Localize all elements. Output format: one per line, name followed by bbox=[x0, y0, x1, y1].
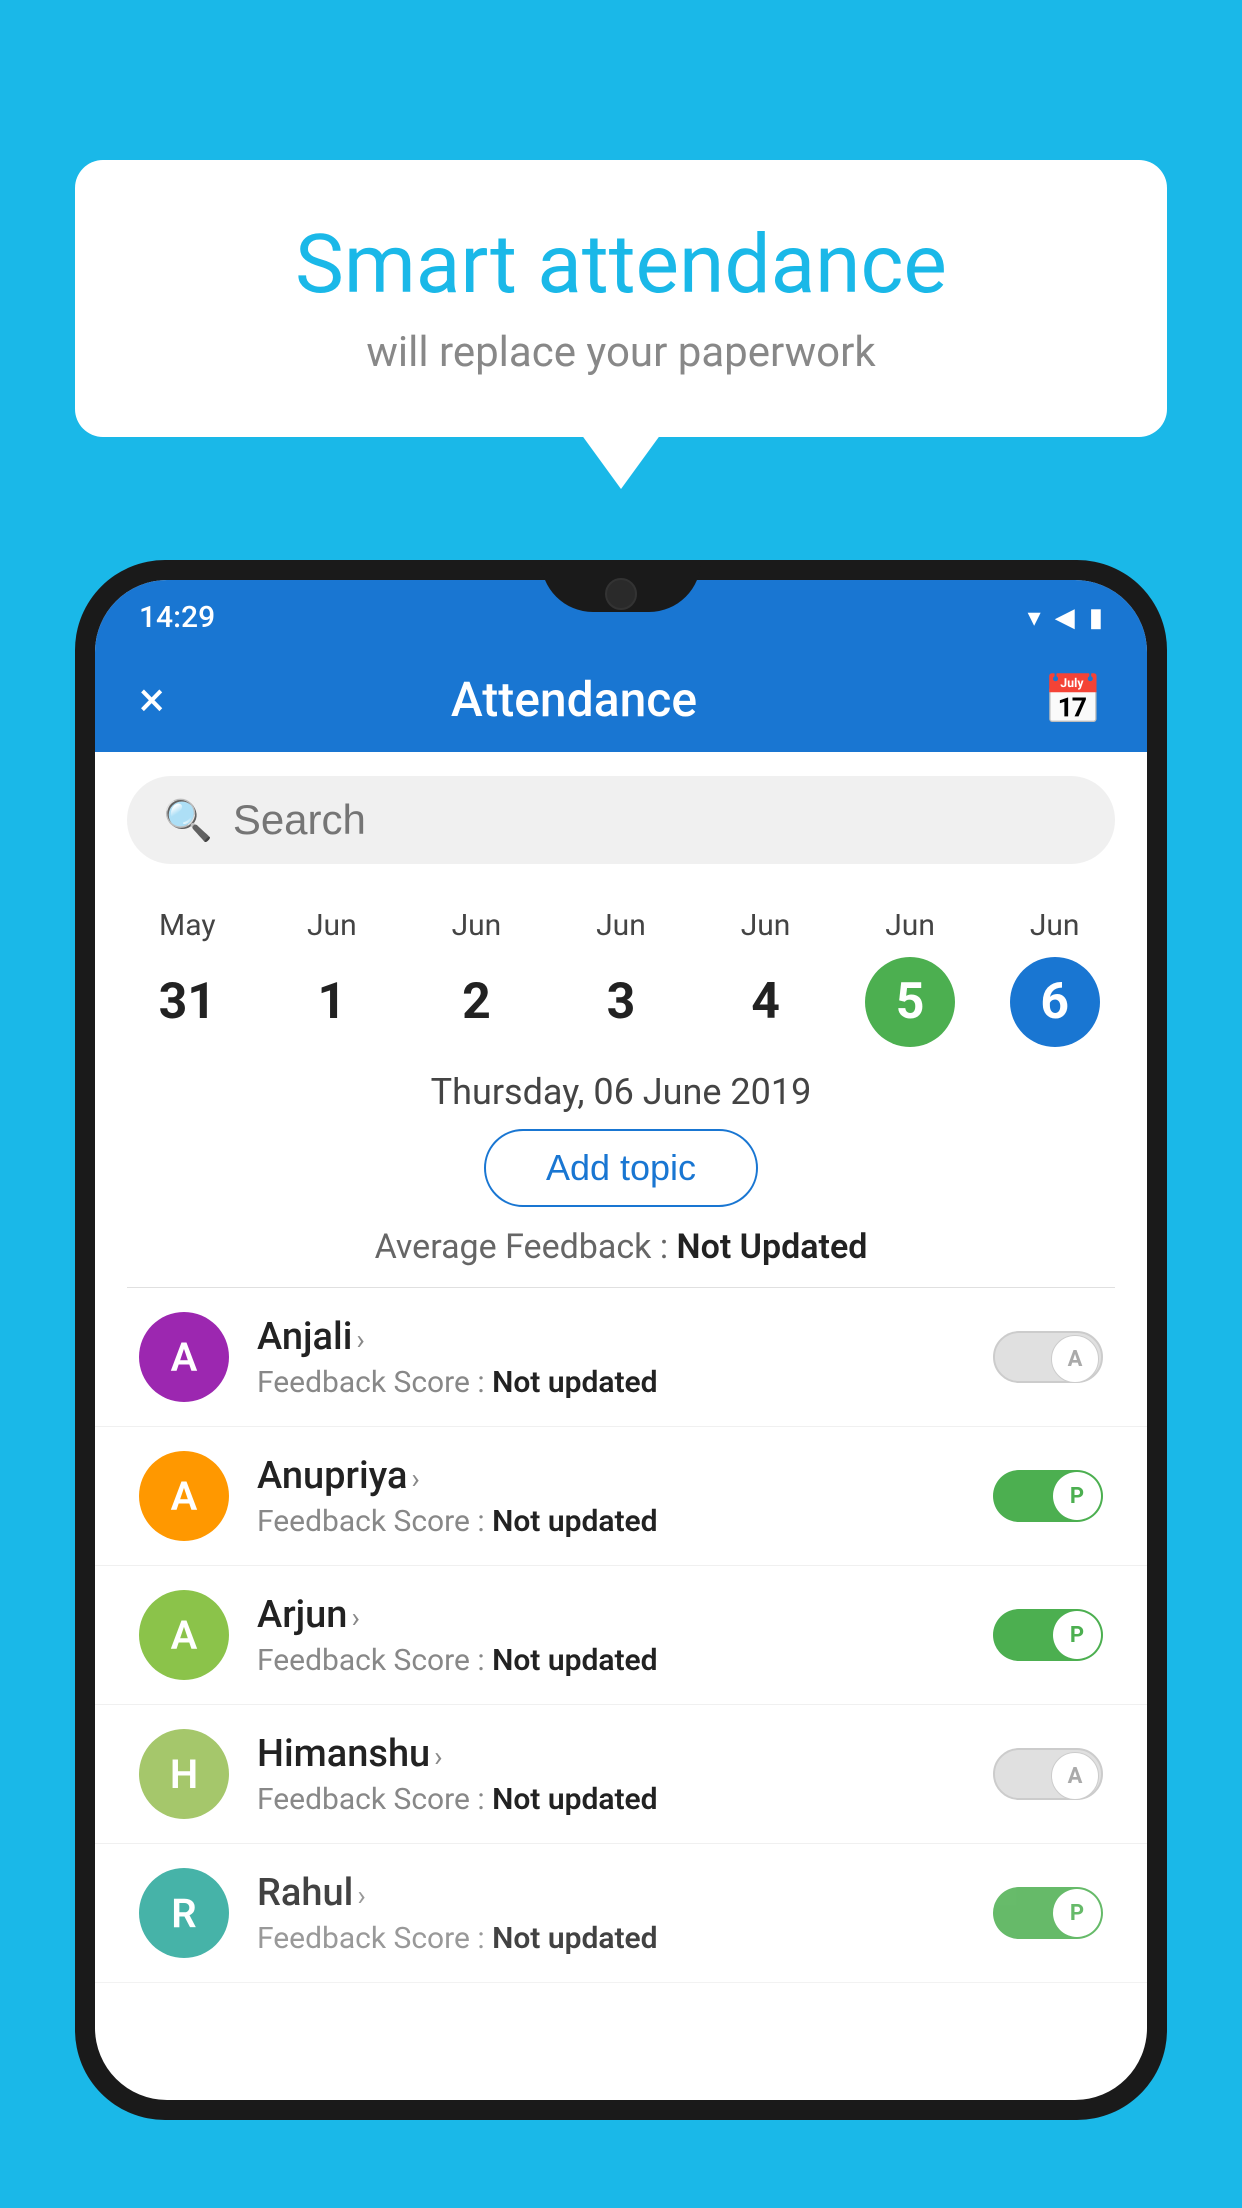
toggle-knob: P bbox=[1053, 1472, 1101, 1520]
list-item[interactable]: A Arjun › Feedback Score : Not updated P bbox=[95, 1566, 1147, 1705]
phone-screen: 14:29 ▾ ◀ ▮ × Attendance 📅 🔍 May31Jun1Ju… bbox=[95, 580, 1147, 2100]
student-name: Anjali › bbox=[257, 1315, 993, 1359]
wifi-icon: ▾ bbox=[1028, 603, 1041, 633]
app-bar: × Attendance 📅 bbox=[95, 647, 1147, 752]
cal-date-number: 6 bbox=[1010, 957, 1100, 1047]
toggle-knob: P bbox=[1053, 1889, 1101, 1937]
calendar-day[interactable]: Jun 6 bbox=[1000, 908, 1110, 1047]
cal-month-label: Jun bbox=[452, 908, 502, 943]
toggle-knob: P bbox=[1053, 1611, 1101, 1659]
speech-bubble: Smart attendance will replace your paper… bbox=[75, 160, 1167, 437]
cal-date-number: 4 bbox=[721, 957, 811, 1047]
cal-date-number: 31 bbox=[142, 957, 232, 1047]
list-item[interactable]: A Anupriya › Feedback Score : Not updated P bbox=[95, 1427, 1147, 1566]
calendar-day[interactable]: Jun 5 bbox=[855, 908, 965, 1047]
student-name: Himanshu › bbox=[257, 1732, 993, 1776]
phone-mockup: 14:29 ▾ ◀ ▮ × Attendance 📅 🔍 May31Jun1Ju… bbox=[75, 560, 1167, 2208]
student-info: Himanshu › Feedback Score : Not updated bbox=[257, 1732, 993, 1817]
cal-month-label: May bbox=[159, 908, 215, 943]
calendar-day[interactable]: Jun 4 bbox=[711, 908, 821, 1047]
attendance-toggle[interactable]: P bbox=[993, 1887, 1103, 1939]
toggle-knob: A bbox=[1051, 1335, 1099, 1383]
student-name: Rahul › bbox=[257, 1871, 993, 1915]
avatar: A bbox=[139, 1312, 229, 1402]
status-time: 14:29 bbox=[139, 600, 215, 635]
feedback-score: Feedback Score : Not updated bbox=[257, 1365, 993, 1400]
cal-date-number: 3 bbox=[576, 957, 666, 1047]
cal-month-label: Jun bbox=[307, 908, 357, 943]
list-item[interactable]: H Himanshu › Feedback Score : Not updated A bbox=[95, 1705, 1147, 1844]
avatar: A bbox=[139, 1451, 229, 1541]
speech-bubble-subtitle: will replace your paperwork bbox=[155, 328, 1087, 377]
cal-date-number: 5 bbox=[865, 957, 955, 1047]
feedback-score: Feedback Score : Not updated bbox=[257, 1782, 993, 1817]
calendar-icon[interactable]: 📅 bbox=[1043, 671, 1103, 728]
cal-date-number: 2 bbox=[431, 957, 521, 1047]
calendar-day[interactable]: May 31 bbox=[132, 908, 242, 1047]
status-icons: ▾ ◀ ▮ bbox=[1028, 603, 1103, 633]
cal-month-label: Jun bbox=[1030, 908, 1080, 943]
speech-bubble-title: Smart attendance bbox=[155, 220, 1087, 310]
avg-feedback-value: Not Updated bbox=[677, 1227, 868, 1267]
avatar: R bbox=[139, 1868, 229, 1958]
feedback-score: Feedback Score : Not updated bbox=[257, 1504, 993, 1539]
student-name: Anupriya › bbox=[257, 1454, 993, 1498]
student-info: Rahul › Feedback Score : Not updated bbox=[257, 1871, 993, 1956]
search-input[interactable] bbox=[233, 796, 1079, 844]
speech-bubble-container: Smart attendance will replace your paper… bbox=[75, 160, 1167, 437]
student-name: Arjun › bbox=[257, 1593, 993, 1637]
search-icon: 🔍 bbox=[163, 797, 213, 844]
search-bar[interactable]: 🔍 bbox=[127, 776, 1115, 864]
student-info: Anjali › Feedback Score : Not updated bbox=[257, 1315, 993, 1400]
feedback-score: Feedback Score : Not updated bbox=[257, 1643, 993, 1678]
list-item[interactable]: A Anjali › Feedback Score : Not updated A bbox=[95, 1288, 1147, 1427]
cal-month-label: Jun bbox=[741, 908, 791, 943]
battery-icon: ▮ bbox=[1089, 603, 1103, 633]
average-feedback: Average Feedback : Not Updated bbox=[95, 1227, 1147, 1267]
feedback-score: Feedback Score : Not updated bbox=[257, 1921, 993, 1956]
signal-icon: ◀ bbox=[1055, 603, 1075, 633]
phone-outer: 14:29 ▾ ◀ ▮ × Attendance 📅 🔍 May31Jun1Ju… bbox=[75, 560, 1167, 2120]
student-info: Arjun › Feedback Score : Not updated bbox=[257, 1593, 993, 1678]
attendance-toggle[interactable]: P bbox=[993, 1470, 1103, 1522]
calendar-day[interactable]: Jun 2 bbox=[421, 908, 531, 1047]
selected-date-label: Thursday, 06 June 2019 bbox=[95, 1071, 1147, 1113]
calendar-strip: May 31 Jun 1 Jun 2 Jun 3 Jun 4 Jun 5 Jun 6 bbox=[95, 888, 1147, 1047]
cal-date-number: 1 bbox=[287, 957, 377, 1047]
app-bar-title: Attendance bbox=[105, 671, 1044, 728]
add-topic-button[interactable]: Add topic bbox=[484, 1129, 758, 1207]
avatar: H bbox=[139, 1729, 229, 1819]
student-info: Anupriya › Feedback Score : Not updated bbox=[257, 1454, 993, 1539]
avg-feedback-prefix: Average Feedback : bbox=[375, 1227, 677, 1267]
toggle-knob: A bbox=[1051, 1752, 1099, 1800]
student-list: AAnjali ›Feedback Score : Not updatedAAA… bbox=[95, 1288, 1147, 1983]
cal-month-label: Jun bbox=[885, 908, 935, 943]
attendance-toggle[interactable]: A bbox=[993, 1331, 1103, 1383]
attendance-toggle[interactable]: P bbox=[993, 1609, 1103, 1661]
calendar-day[interactable]: Jun 1 bbox=[277, 908, 387, 1047]
phone-camera bbox=[605, 578, 637, 610]
attendance-toggle[interactable]: A bbox=[993, 1748, 1103, 1800]
avatar: A bbox=[139, 1590, 229, 1680]
list-item[interactable]: R Rahul › Feedback Score : Not updated P bbox=[95, 1844, 1147, 1983]
calendar-day[interactable]: Jun 3 bbox=[566, 908, 676, 1047]
cal-month-label: Jun bbox=[596, 908, 646, 943]
